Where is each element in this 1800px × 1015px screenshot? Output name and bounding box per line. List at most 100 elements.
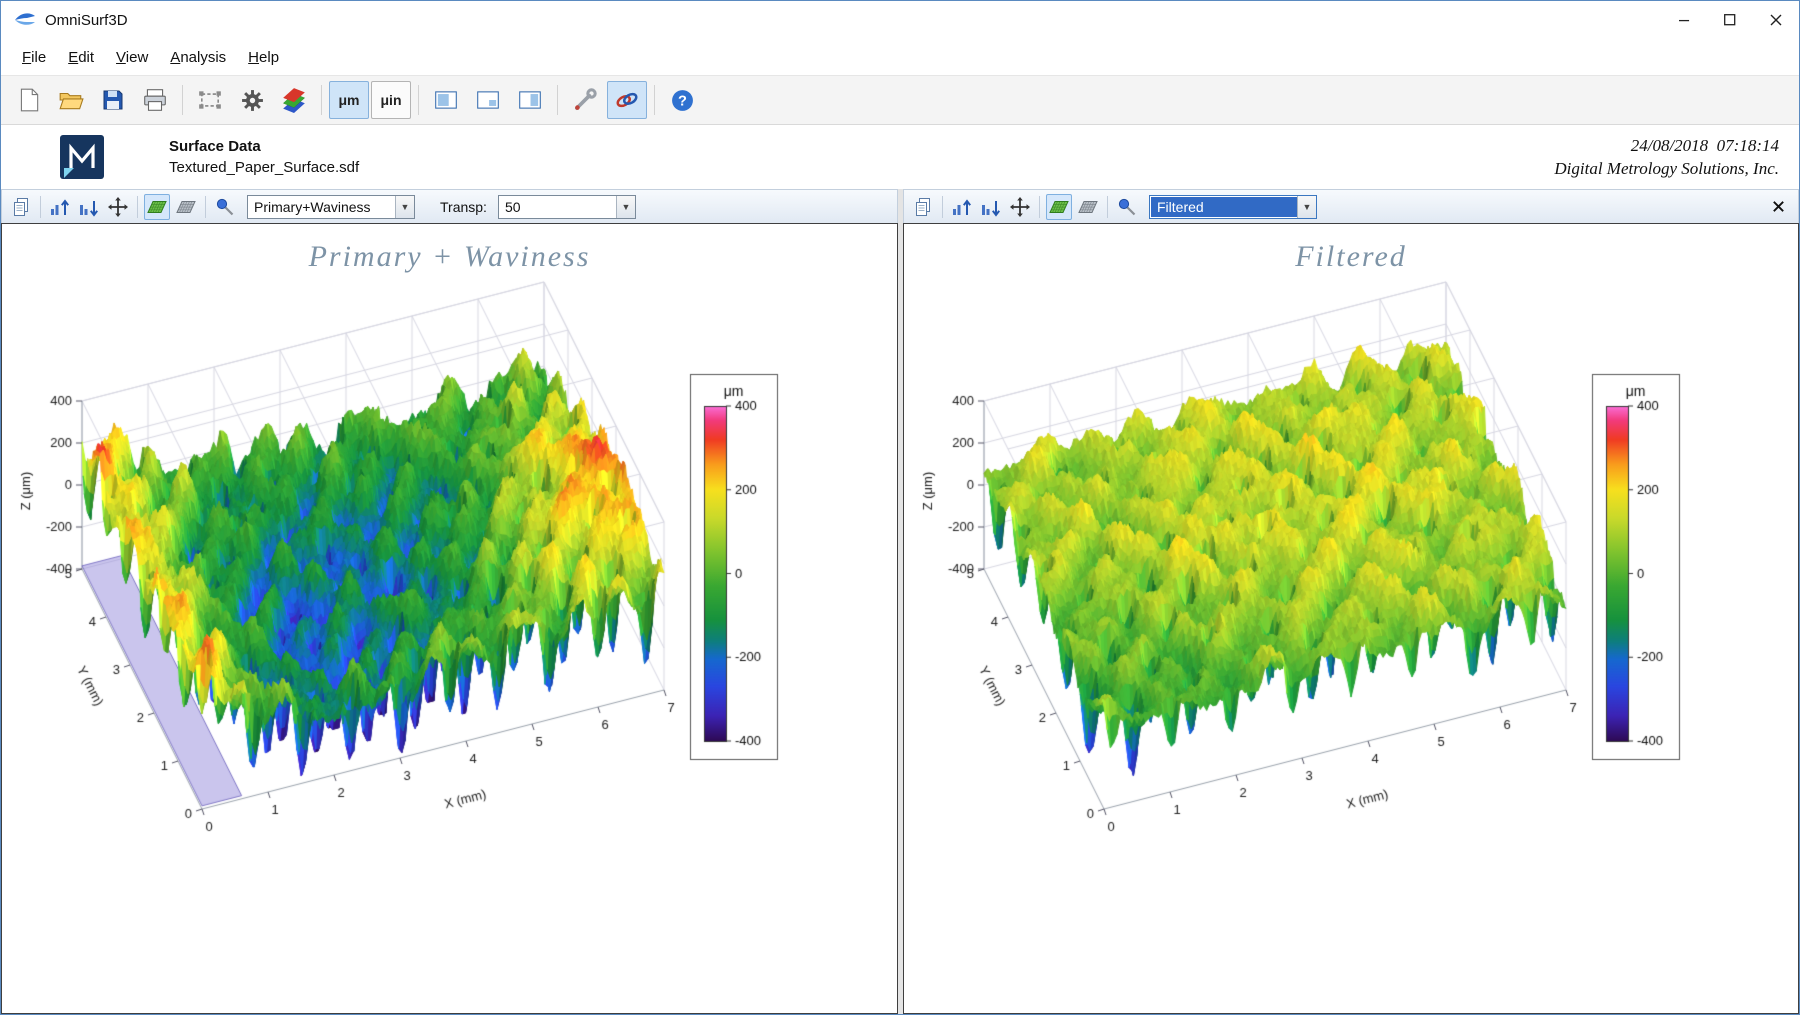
layout-inset-icon [475,87,501,113]
dropdown-arrow-icon: ▼ [615,195,635,218]
file-info-header: Surface Data Textured_Paper_Surface.sdf … [1,125,1799,189]
menu-bar: File Edit View Analysis Help [1,39,1799,75]
units-microinches-button[interactable]: μin [371,81,411,119]
close-icon [1770,14,1782,26]
surface-gray-icon [1077,196,1099,218]
menu-edit[interactable]: Edit [57,42,105,73]
menu-analysis[interactable]: Analysis [159,42,237,73]
toolbar-separator [182,85,183,115]
app-window: OmniSurf3D File Edit View Analysis Help … [0,0,1800,1015]
selection-rectangle-icon [197,87,223,113]
surface-data-label: Surface Data [169,138,261,155]
scale-down-button[interactable] [76,194,102,220]
panel-close-button[interactable] [1764,194,1792,220]
scale-down-button[interactable] [978,194,1004,220]
move-arrows-icon [107,196,129,218]
layout-inset-button[interactable] [468,81,508,119]
save-button[interactable] [93,81,133,119]
wrench-icon [572,87,598,113]
layout-single-button[interactable] [426,81,466,119]
transparency-label: Transp: [440,198,487,215]
close-button[interactable] [1753,1,1799,39]
surface-type-dropdown-right[interactable]: Filtered ▼ [1149,194,1317,219]
pin-icon [1116,196,1138,218]
main-toolbar: μm μin [1,75,1799,125]
sort-ascending-icon [951,196,973,218]
copy-button[interactable] [8,194,34,220]
datetime-text: 24/08/2018 07:18:14 [1630,135,1779,155]
sort-descending-icon [980,196,1002,218]
company-text: Digital Metrology Solutions, Inc. [1554,158,1779,178]
pan-button[interactable] [105,194,131,220]
toolbar-separator [654,85,655,115]
link-icon [614,87,640,113]
surface-plot-primary-waviness[interactable] [2,224,897,1013]
tools-button[interactable] [565,81,605,119]
pin-icon [214,196,236,218]
scale-up-button[interactable] [47,194,73,220]
panel-filtered: Filtered ▼ Filtered [903,189,1799,1014]
title-bar: OmniSurf3D [1,1,1799,39]
panel-toolbar-right: Filtered ▼ [903,189,1799,223]
plot-area-left: Primary + Waviness [1,223,898,1014]
surface-3d-icon [281,87,307,113]
panel-primary-waviness: Primary+Waviness ▼ Transp: 50 ▼ Primary … [1,189,898,1014]
menu-view[interactable]: View [105,42,159,73]
pan-button[interactable] [1007,194,1033,220]
color-surface-button[interactable] [144,193,170,220]
toolbar-separator [321,85,322,115]
save-icon [101,88,125,112]
panel-toolbar-left: Primary+Waviness ▼ Transp: 50 ▼ [1,189,898,223]
toolbar-separator [418,85,419,115]
open-folder-icon [58,87,84,113]
menu-file[interactable]: File [11,42,57,73]
digital-metrology-logo [59,135,105,179]
surface-type-dropdown-left[interactable]: Primary+Waviness ▼ [247,194,415,219]
layout-single-icon [433,87,459,113]
menu-help[interactable]: Help [237,42,290,73]
dropdown-arrow-icon: ▼ [1297,195,1316,218]
surface-3d-button[interactable] [274,81,314,119]
scale-up-button[interactable] [949,194,975,220]
surface-gray-icon [175,196,197,218]
maximize-icon [1724,14,1736,26]
surface-plot-filtered[interactable] [904,224,1798,1013]
layout-split-icon [517,87,543,113]
print-button[interactable] [135,81,175,119]
help-icon [670,88,695,113]
gray-surface-button[interactable] [1075,194,1101,220]
units-micrometers-button[interactable]: μm [329,81,369,119]
gray-surface-button[interactable] [173,194,199,220]
window-title: OmniSurf3D [45,11,128,29]
print-icon [142,87,168,113]
surface-color-icon [146,196,168,218]
plot-panels: Primary+Waviness ▼ Transp: 50 ▼ Primary … [1,189,1799,1014]
transparency-dropdown[interactable]: 50 ▼ [497,194,636,219]
color-surface-button[interactable] [1046,193,1072,220]
new-file-button[interactable] [9,81,49,119]
sort-ascending-icon [49,196,71,218]
link-views-button[interactable] [607,81,647,119]
select-region-button[interactable] [190,81,230,119]
sort-descending-icon [78,196,100,218]
copy-icon [912,196,934,218]
minimize-button[interactable] [1661,1,1707,39]
dropdown-arrow-icon: ▼ [395,195,414,218]
open-file-button[interactable] [51,81,91,119]
toolbar-separator [557,85,558,115]
surface-color-icon [1048,196,1070,218]
probe-button[interactable] [1114,194,1140,220]
new-document-icon [16,87,42,113]
copy-button[interactable] [910,194,936,220]
minimize-icon [1679,15,1690,26]
surface-filename: Textured_Paper_Surface.sdf [169,159,360,176]
layout-split-button[interactable] [510,81,550,119]
panel-close-icon [1771,199,1786,214]
copy-icon [10,196,32,218]
settings-button[interactable] [232,81,272,119]
maximize-button[interactable] [1707,1,1753,39]
app-icon [13,10,37,30]
move-arrows-icon [1009,196,1031,218]
probe-button[interactable] [212,194,238,220]
help-button[interactable] [662,81,702,119]
